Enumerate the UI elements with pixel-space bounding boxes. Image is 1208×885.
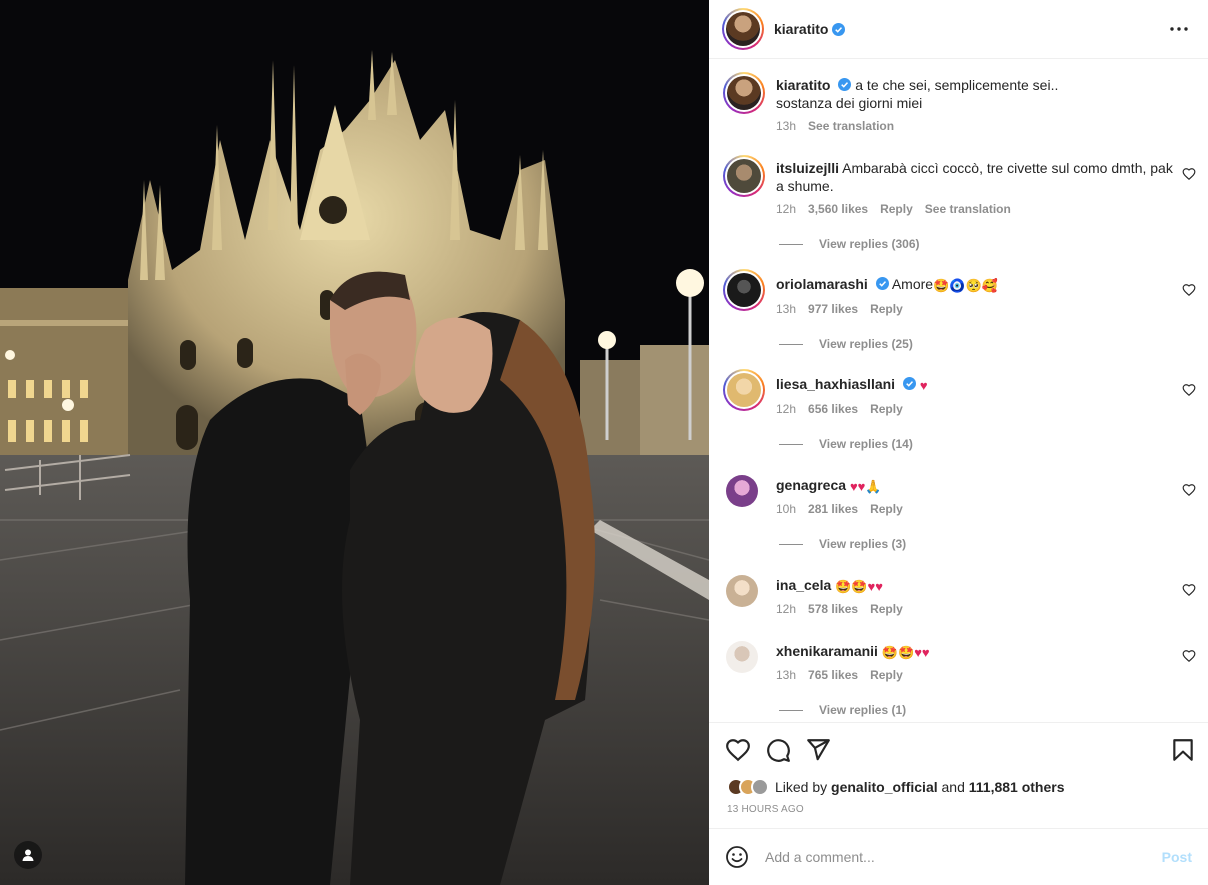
commenter-avatar[interactable]	[726, 641, 758, 673]
caption-time: 13h	[776, 119, 797, 133]
comment-time: 12h	[776, 602, 797, 616]
like-comment-heart-icon[interactable]	[1182, 649, 1196, 663]
comment-time: 10h	[776, 502, 797, 516]
reply-button[interactable]: Reply	[870, 502, 903, 516]
comment-likes[interactable]: 3,560 likes	[808, 202, 868, 216]
comment-time: 13h	[776, 302, 797, 316]
add-comment-bar: Post	[709, 828, 1208, 885]
more-options-button[interactable]	[1168, 18, 1190, 40]
comment-likes[interactable]: 578 likes	[808, 602, 858, 616]
post-photo[interactable]	[0, 0, 709, 885]
comment-likes[interactable]: 977 likes	[808, 302, 858, 316]
post-header: kiaratito	[709, 0, 1208, 59]
likes-prefix: Liked by	[775, 779, 828, 795]
comment-username[interactable]: oriolamarashi	[776, 276, 868, 292]
post-comment-button[interactable]: Post	[1162, 849, 1192, 865]
photo-illustration	[0, 0, 709, 885]
reply-button[interactable]: Reply	[870, 402, 903, 416]
emoji-icon[interactable]	[725, 845, 749, 869]
comment-input[interactable]	[765, 849, 1135, 865]
author-username[interactable]: kiaratito	[774, 21, 828, 37]
comment-username[interactable]: itsluizejlli	[776, 160, 839, 176]
caption-avatar[interactable]	[723, 72, 765, 114]
comment-emojis: 🤩🧿🥺🥰	[933, 278, 998, 293]
commenter-avatar[interactable]	[723, 369, 765, 411]
comment-emojis-extra: ♥♥	[867, 579, 883, 594]
view-replies-label: View replies (3)	[819, 537, 907, 551]
comment-emojis: 🤩🤩	[881, 645, 915, 660]
like-comment-heart-icon[interactable]	[1182, 167, 1196, 181]
like-comment-heart-icon[interactable]	[1182, 483, 1196, 497]
reply-button[interactable]: Reply	[870, 668, 903, 682]
instagram-post-modal: kiaratito kiaratito a te che sei, sempli…	[0, 0, 1208, 885]
verified-icon	[902, 377, 916, 390]
commenter-avatar[interactable]	[723, 269, 765, 311]
view-replies-label: View replies (25)	[819, 337, 913, 351]
comment-text: Amore	[891, 276, 934, 292]
view-replies-button[interactable]: View replies (25)	[779, 337, 913, 351]
liker-avatar	[751, 778, 769, 796]
post-side-panel: kiaratito kiaratito a te che sei, sempli…	[709, 0, 1208, 885]
caption-text-line1: a te che sei, semplicemente sei..	[855, 77, 1059, 93]
user-tag-icon	[22, 849, 34, 861]
comments-list[interactable]: kiaratito a te che sei, semplicemente se…	[709, 59, 1208, 722]
heart-icon[interactable]	[725, 737, 751, 763]
comment-username[interactable]: xhenikaramanii	[776, 643, 878, 659]
likes-middle: and	[941, 779, 965, 795]
more-icon	[1170, 27, 1188, 31]
view-replies-label: View replies (306)	[819, 237, 920, 251]
comment-username[interactable]: liesa_haxhiasllani	[776, 376, 895, 392]
see-translation-link[interactable]: See translation	[808, 119, 894, 133]
comment-likes[interactable]: 656 likes	[808, 402, 858, 416]
post-actions-bar	[709, 722, 1208, 774]
verified-icon	[832, 22, 846, 36]
reply-button[interactable]: Reply	[870, 302, 903, 316]
view-replies-button[interactable]: View replies (1)	[779, 703, 906, 717]
comment-time: 13h	[776, 668, 797, 682]
view-replies-button[interactable]: View replies (3)	[779, 537, 906, 551]
like-comment-heart-icon[interactable]	[1182, 283, 1196, 297]
comment-time: 12h	[776, 202, 797, 216]
verified-icon	[875, 277, 889, 290]
view-replies-label: View replies (14)	[819, 437, 913, 451]
see-translation-link[interactable]: See translation	[925, 202, 1011, 216]
reply-button[interactable]: Reply	[870, 602, 903, 616]
likes-others[interactable]: 111,881 others	[969, 779, 1065, 795]
comment-time: 12h	[776, 402, 797, 416]
comment-emojis: ♥	[919, 378, 928, 393]
share-icon[interactable]	[805, 737, 831, 763]
post-timestamp: 13 HOURS AGO	[727, 804, 804, 815]
view-replies-button[interactable]: View replies (14)	[779, 437, 913, 451]
comment-emojis: 🤩🤩	[835, 579, 868, 594]
like-comment-heart-icon[interactable]	[1182, 583, 1196, 597]
commenter-avatar[interactable]	[723, 155, 765, 197]
caption-username[interactable]: kiaratito	[776, 77, 830, 93]
tagged-users-button[interactable]	[14, 841, 42, 869]
verified-icon	[838, 78, 852, 91]
comment-emojis-extra: 🙏	[865, 479, 882, 494]
view-replies-button[interactable]: View replies (306)	[779, 237, 920, 251]
liker-username[interactable]: genalito_official	[831, 779, 938, 795]
reply-button[interactable]: Reply	[880, 202, 913, 216]
comment-username[interactable]: genagreca	[776, 477, 846, 493]
caption-text-line2: sostanza dei giorni miei	[776, 95, 923, 111]
comment-emojis: ♥♥	[849, 479, 866, 494]
comment-icon[interactable]	[765, 737, 791, 763]
view-replies-label: View replies (1)	[819, 703, 907, 717]
like-comment-heart-icon[interactable]	[1182, 383, 1196, 397]
comment-username[interactable]: ina_cela	[776, 577, 831, 593]
comment-emojis-extra: ♥♥	[914, 645, 930, 660]
author-avatar[interactable]	[722, 8, 764, 50]
comment-likes[interactable]: 765 likes	[808, 668, 858, 682]
bookmark-icon[interactable]	[1170, 737, 1196, 763]
likes-summary[interactable]: Liked by genalito_official and 111,881 o…	[727, 778, 1065, 796]
commenter-avatar[interactable]	[726, 475, 758, 507]
commenter-avatar[interactable]	[726, 575, 758, 607]
comment-likes[interactable]: 281 likes	[808, 502, 858, 516]
